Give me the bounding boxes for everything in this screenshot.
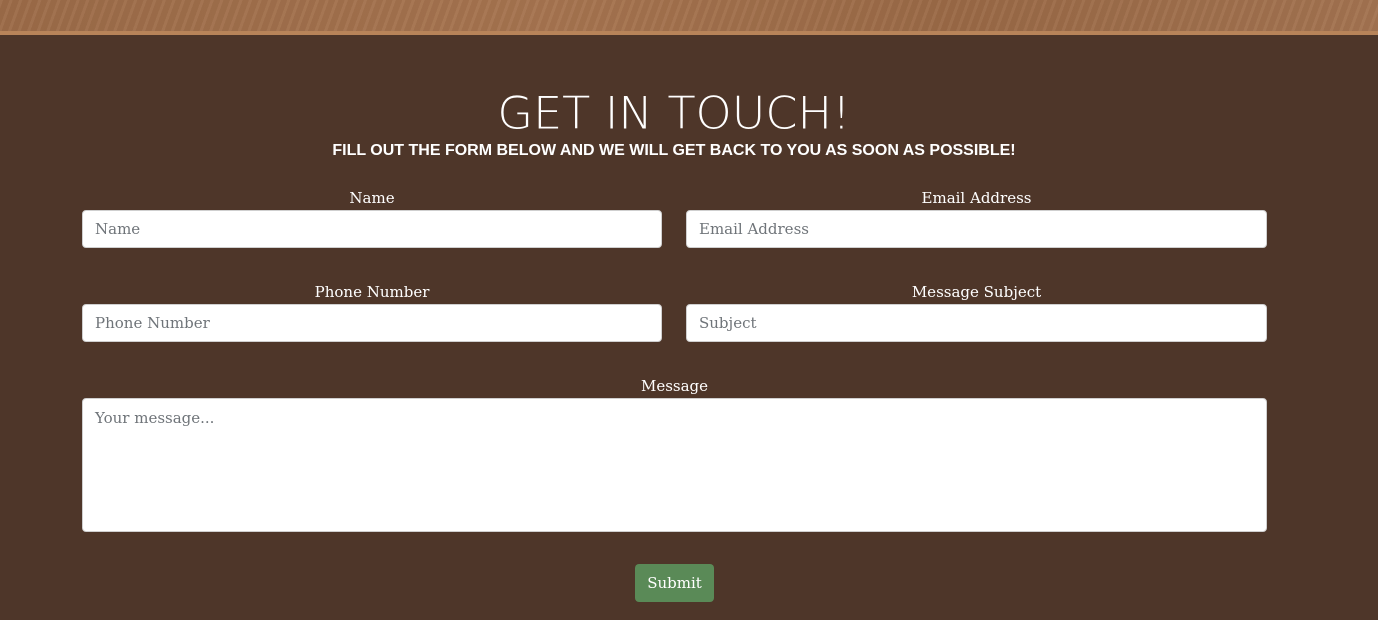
page-subtitle: FILL OUT THE FORM BELOW AND WE WILL GET … [332,142,1016,159]
name-input[interactable] [82,210,662,248]
submit-button[interactable]: Submit [635,564,714,602]
email-label: Email Address [921,189,1032,207]
phone-input[interactable] [82,304,662,342]
name-label: Name [349,189,395,207]
message-textarea[interactable] [82,398,1267,532]
banner-divider [0,31,1378,35]
phone-label: Phone Number [314,283,430,301]
subject-label: Message Subject [911,283,1042,301]
top-banner-image [0,0,1378,31]
message-label: Message [640,377,709,395]
email-input[interactable] [686,210,1267,248]
page-title-text: GET IN TOUCH! [497,87,851,139]
page-title: GET IN TOUCH! [0,86,1348,140]
subject-input[interactable] [686,304,1267,342]
